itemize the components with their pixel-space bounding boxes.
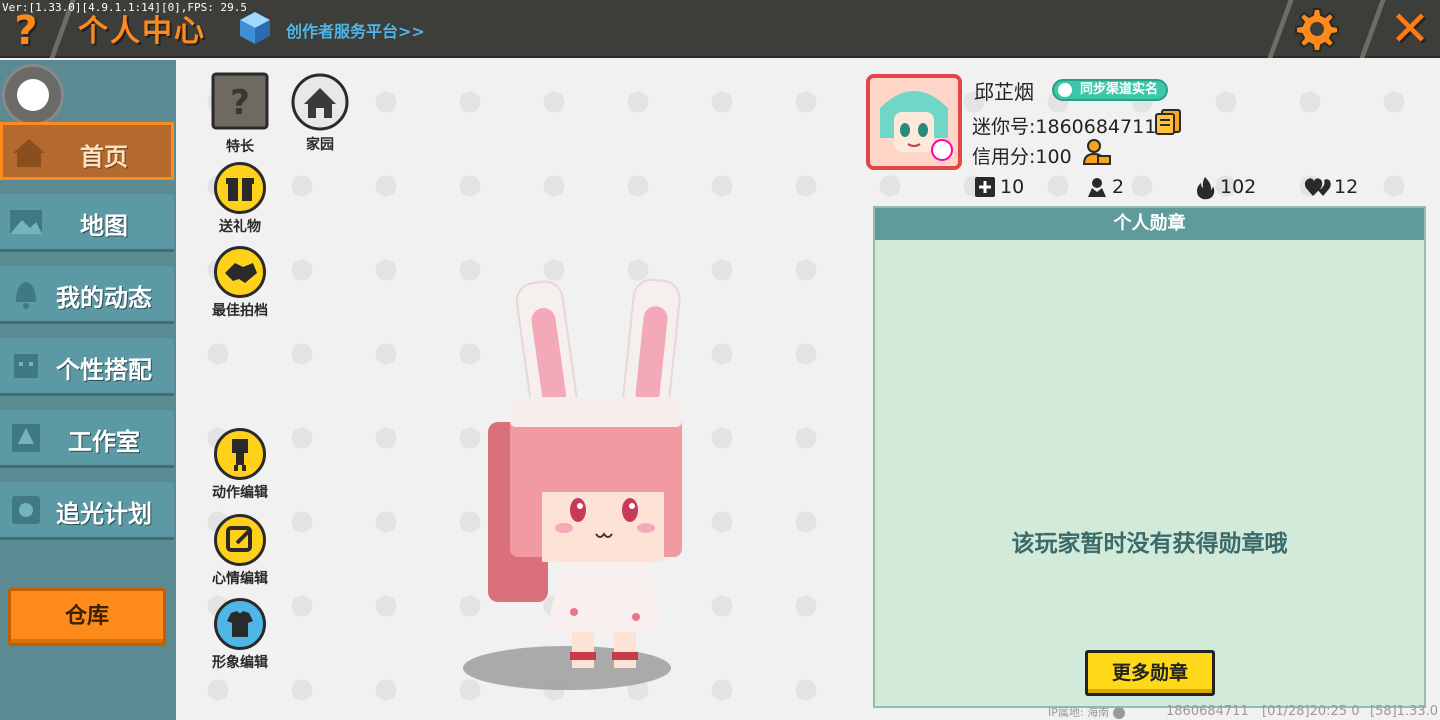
mood-edit-label: 心情编辑 xyxy=(212,571,268,587)
image-edit-label: 形象编辑 xyxy=(212,655,268,671)
stat-plus-value: 10 xyxy=(1000,176,1025,198)
top-bar: Ver:[1.33.0][4.9.1.1:14][0],FPS: 29.5 ? … xyxy=(0,0,1440,58)
sidebar-item-label: 地图 xyxy=(80,212,128,240)
footer-time: [01/28]20:25 0 xyxy=(1262,704,1360,719)
action-edit-button[interactable]: 动作编辑 xyxy=(204,428,276,502)
ip-location-text: IP属地: 海南 xyxy=(1048,706,1110,719)
footer-uid: 1860684711 xyxy=(1166,704,1249,719)
ip-location: IP属地: 海南 xyxy=(1048,704,1126,720)
sidebar-item-feed[interactable]: 我的动态 xyxy=(0,266,174,324)
creator-platform-link[interactable]: 创作者服务平台>> xyxy=(286,18,425,42)
warehouse-button[interactable]: 仓库 xyxy=(8,588,166,646)
toggle-knob xyxy=(17,79,49,111)
close-button[interactable]: ✕ xyxy=(1386,4,1434,54)
hearts-icon xyxy=(1304,178,1331,196)
copy-icon[interactable] xyxy=(1154,108,1182,136)
more-medals-button[interactable]: 更多勋章 xyxy=(1085,650,1215,696)
best-partner-button[interactable]: 最佳拍档 xyxy=(204,246,276,320)
stat-likes-value: 12 xyxy=(1334,176,1359,198)
stat-fans-value: 2 xyxy=(1112,176,1125,198)
question-block-icon: ? xyxy=(211,72,269,130)
debug-info: Ver:[1.33.0][4.9.1.1:14][0],FPS: 29.5 xyxy=(2,1,248,14)
verify-badge[interactable]: 同步渠道实名 xyxy=(1052,79,1169,101)
home-button[interactable]: 家园 xyxy=(288,72,352,154)
sidebar-item-outfit[interactable]: 个性搭配 xyxy=(0,338,174,396)
house-icon xyxy=(291,73,349,131)
credit-score: 信用分:100 xyxy=(972,146,1072,168)
send-gift-label: 送礼物 xyxy=(219,219,261,235)
outfit-icon xyxy=(214,598,266,650)
sidebar-item-label: 我的动态 xyxy=(56,284,152,312)
avatar[interactable] xyxy=(866,74,962,170)
sidebar: 首页 地图 我的动态 个性搭配 工作室 追光计划 仓库 xyxy=(0,60,176,720)
image-edit-button[interactable]: 形象编辑 xyxy=(204,598,276,672)
sidebar-item-map[interactable]: 地图 xyxy=(0,194,174,252)
best-partner-label: 最佳拍档 xyxy=(212,303,268,319)
cube-icon[interactable] xyxy=(238,10,272,46)
svg-text:?: ? xyxy=(230,83,250,123)
pose-icon xyxy=(214,428,266,480)
mood-edit-button[interactable]: 心情编辑 xyxy=(204,514,276,588)
fire-icon xyxy=(1197,177,1215,200)
avatar-portrait xyxy=(870,78,958,166)
credit-user-icon[interactable] xyxy=(1082,138,1112,166)
gear-icon[interactable] xyxy=(1294,6,1340,52)
nickname: 邱芷烟 xyxy=(974,80,1034,104)
avatar-toggle[interactable] xyxy=(2,64,64,126)
edit-icon xyxy=(214,514,266,566)
character-model[interactable] xyxy=(476,272,696,682)
talent-label: 特长 xyxy=(226,139,254,155)
sidebar-item-label: 个性搭配 xyxy=(56,356,152,384)
sidebar-item-label: 工作室 xyxy=(68,428,140,456)
sidebar-item-label: 首页 xyxy=(80,143,128,171)
handshake-icon xyxy=(214,246,266,298)
home-label: 家园 xyxy=(306,137,334,153)
sidebar-item-studio[interactable]: 工作室 xyxy=(0,410,174,468)
medal-panel-title: 个人勋章 xyxy=(875,208,1424,240)
sidebar-item-label: 追光计划 xyxy=(56,500,152,528)
medal-panel: 个人勋章 该玩家暂时没有获得勋章哦 更多勋章 xyxy=(873,206,1426,708)
medal-empty-text: 该玩家暂时没有获得勋章哦 xyxy=(1011,531,1288,557)
divider xyxy=(1267,0,1294,58)
stat-popularity-value: 102 xyxy=(1220,176,1257,198)
sidebar-item-light-plan[interactable]: 追光计划 xyxy=(0,482,174,540)
divider xyxy=(1359,0,1386,58)
footer-version: [58]1.33.0 xyxy=(1370,704,1439,719)
action-edit-label: 动作编辑 xyxy=(212,485,268,501)
fans-icon xyxy=(1088,178,1106,197)
plus-square-icon xyxy=(975,177,995,197)
gift-icon xyxy=(214,162,266,214)
talent-button[interactable]: ? 特长 xyxy=(208,72,272,156)
send-gift-button[interactable]: 送礼物 xyxy=(208,162,272,236)
sidebar-item-home[interactable]: 首页 xyxy=(0,122,174,180)
mini-id: 迷你号:1860684711 xyxy=(972,116,1157,138)
info-icon[interactable] xyxy=(1113,706,1126,719)
